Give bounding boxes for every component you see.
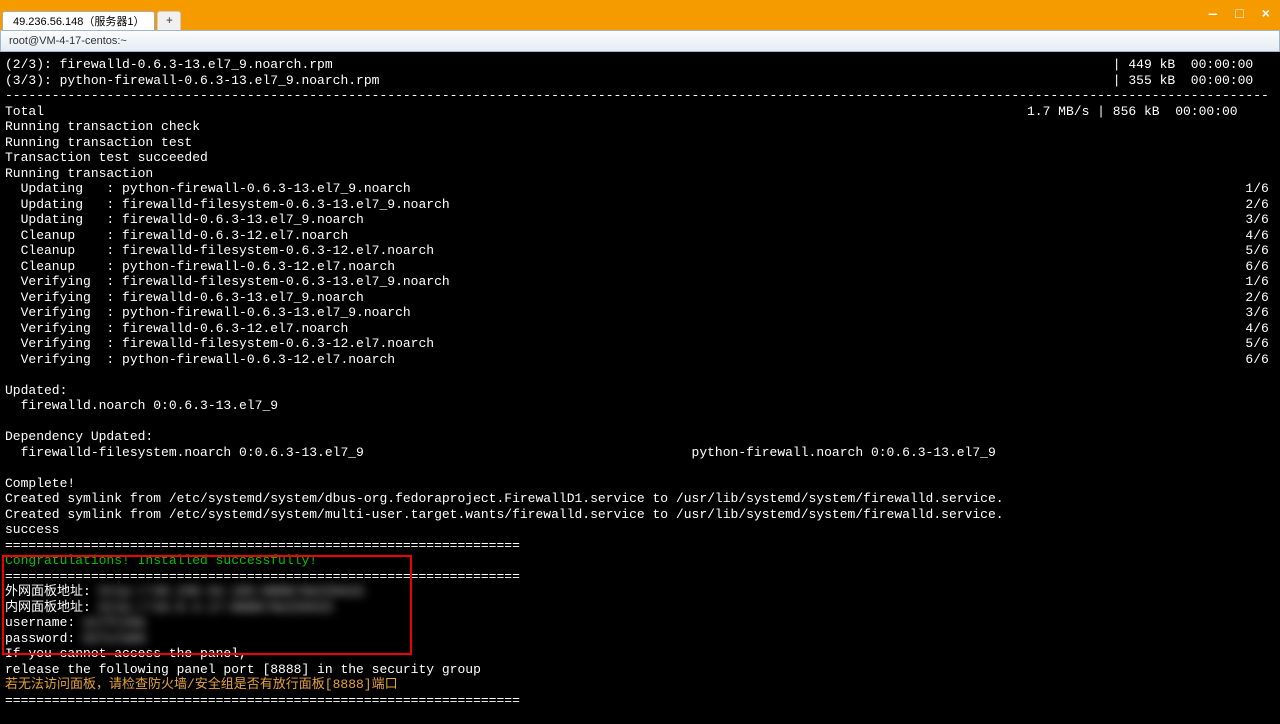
terminal-line: Updated:	[5, 383, 67, 398]
username-line: username: a1lfcs0a	[5, 615, 145, 630]
terminal-line: firewalld-filesystem.noarch 0:0.6.3-13.e…	[5, 445, 996, 460]
terminal-line: Updating : python-firewall-0.6.3-13.el7_…	[5, 181, 1269, 196]
terminal-line: ----------------------------------------…	[5, 88, 1269, 103]
terminal-line: Complete!	[5, 476, 75, 491]
footer4: ========================================…	[5, 693, 520, 708]
terminal-line: Cleanup : python-firewall-0.6.3-12.el7.n…	[5, 259, 1269, 274]
terminal-line: Transaction test succeeded	[5, 150, 208, 165]
terminal-line: Running transaction	[5, 166, 153, 181]
terminal-line: success	[5, 522, 60, 537]
terminal-line: Running transaction test	[5, 135, 192, 150]
tab-server1[interactable]: 49.236.56.148（服务器1）	[2, 11, 155, 30]
terminal-line: Verifying : python-firewall-0.6.3-13.el7…	[5, 305, 1269, 320]
password-line: password: 627u7a09	[5, 631, 145, 646]
terminal-line: Verifying : firewalld-0.6.3-12.el7.noarc…	[5, 321, 1269, 336]
external-url-line: 外网面板地址: http://49.236.54.165:8888/6e2294…	[5, 584, 364, 599]
footer1: If you cannot access the panel,	[5, 646, 247, 661]
pathbar: root@VM-4-17-centos:~	[0, 30, 1280, 52]
terminal-line: Verifying : firewalld-filesystem-0.6.3-1…	[5, 336, 1269, 351]
footer3-cn: 若无法访问面板，请检查防火墙/安全组是否有放行面板[8888]端口	[5, 677, 398, 692]
window-controls: — □ ×	[1209, 0, 1280, 30]
terminal-line: Running transaction check	[5, 119, 200, 134]
terminal-line: (2/3): firewalld-0.6.3-13.el7_9.noarch.r…	[5, 57, 1253, 72]
terminal-line: Updating : firewalld-filesystem-0.6.3-13…	[5, 197, 1269, 212]
terminal-line: Cleanup : firewalld-0.6.3-12.el7.noarch …	[5, 228, 1269, 243]
terminal-line: Dependency Updated:	[5, 429, 153, 444]
titlebar: 49.236.56.148（服务器1） + — □ ×	[0, 0, 1280, 30]
terminal-line: (3/3): python-firewall-0.6.3-13.el7_9.no…	[5, 73, 1253, 88]
internal-url-line: 内网面板地址: http://10.0.4.17:8888/6e229415	[5, 600, 333, 615]
close-button[interactable]: ×	[1262, 7, 1270, 23]
terminal-line: Verifying : python-firewall-0.6.3-12.el7…	[5, 352, 1269, 367]
terminal-line: Created symlink from /etc/systemd/system…	[5, 507, 1004, 522]
footer2: release the following panel port [8888] …	[5, 662, 481, 677]
separator-line: ========================================…	[5, 569, 520, 584]
terminal-output[interactable]: (2/3): firewalld-0.6.3-13.el7_9.noarch.r…	[0, 52, 1280, 724]
terminal-line: Cleanup : firewalld-filesystem-0.6.3-12.…	[5, 243, 1269, 258]
new-tab-button[interactable]: +	[157, 11, 181, 30]
terminal-line: Verifying : firewalld-0.6.3-13.el7_9.noa…	[5, 290, 1269, 305]
minimize-button[interactable]: —	[1209, 7, 1217, 23]
terminal-line: firewalld.noarch 0:0.6.3-13.el7_9	[5, 398, 278, 413]
congrats-line: Congratulations! Installed successfully!	[5, 553, 317, 568]
terminal-line: ========================================…	[5, 538, 520, 553]
terminal-line: Updating : firewalld-0.6.3-13.el7_9.noar…	[5, 212, 1269, 227]
terminal-line: Total 1.7 MB/s | 856 kB 00:00:00	[5, 104, 1238, 119]
terminal-line: Verifying : firewalld-filesystem-0.6.3-1…	[5, 274, 1269, 289]
tab-strip: 49.236.56.148（服务器1） +	[0, 0, 183, 30]
terminal-line: Created symlink from /etc/systemd/system…	[5, 491, 1004, 506]
maximize-button[interactable]: □	[1235, 7, 1243, 23]
